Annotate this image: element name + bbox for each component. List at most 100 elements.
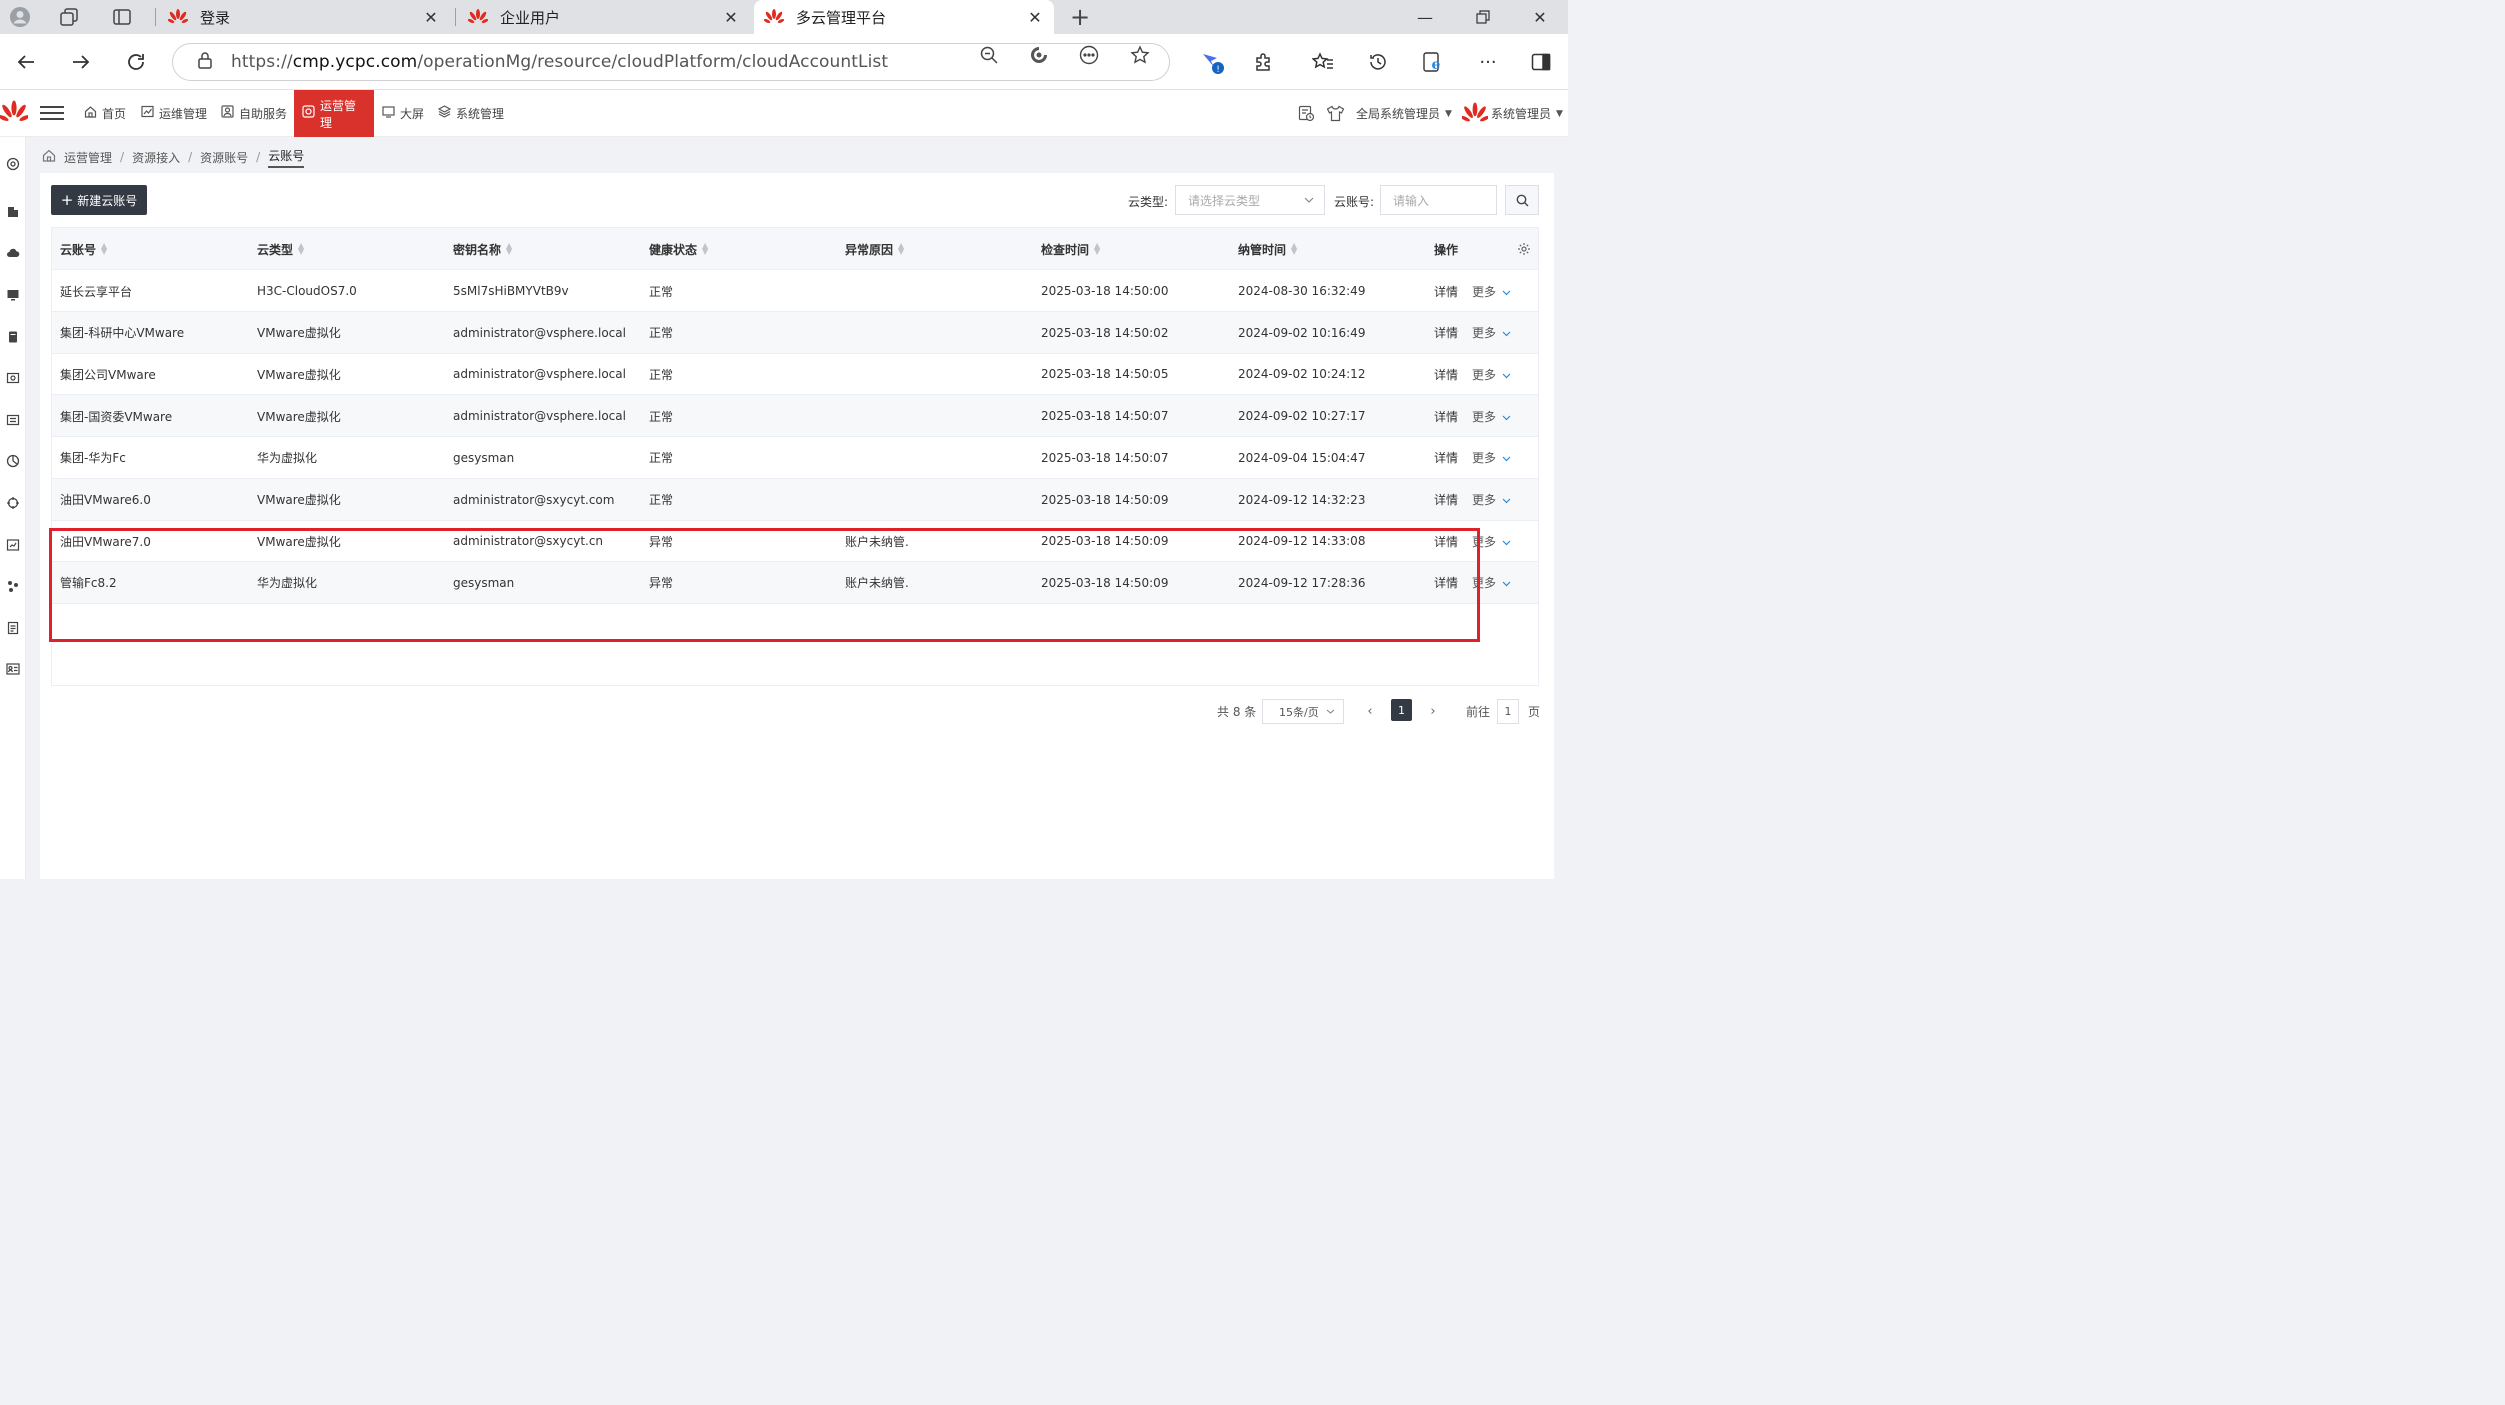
current-page-button[interactable]: 1 xyxy=(1391,699,1412,721)
lock-icon[interactable] xyxy=(185,51,225,73)
more-dropdown[interactable]: 更多 xyxy=(1472,491,1511,508)
workspaces-icon[interactable] xyxy=(55,4,83,30)
nav-self-service[interactable]: 自助服务 xyxy=(213,90,295,137)
refresh-icon[interactable] xyxy=(120,46,152,78)
huawei-logo-icon[interactable] xyxy=(0,100,28,126)
target-icon[interactable] xyxy=(5,495,21,511)
column-settings-gear-icon[interactable] xyxy=(1516,241,1532,257)
column-header[interactable]: 云类型 ▲ ▼ xyxy=(257,228,304,270)
back-icon[interactable] xyxy=(10,46,42,78)
favorite-star-icon[interactable] xyxy=(1128,43,1152,67)
sort-icon[interactable]: ▲ ▼ xyxy=(298,242,304,256)
detail-link[interactable]: 详情 xyxy=(1434,491,1458,508)
document-icon[interactable] xyxy=(5,620,21,636)
task-log-icon[interactable] xyxy=(1298,90,1315,137)
column-header[interactable]: 异常原因 ▲ ▼ xyxy=(845,228,904,270)
monitor-icon[interactable] xyxy=(5,287,21,303)
new-tab-button[interactable]: + xyxy=(1066,3,1094,31)
nav-ops-maintenance[interactable]: 运维管理 xyxy=(133,90,215,137)
column-header[interactable]: 纳管时间 ▲ ▼ xyxy=(1238,228,1297,270)
address-bar[interactable]: https://cmp.ycpc.com/operationMg/resourc… xyxy=(172,43,1170,81)
cloud-icon[interactable] xyxy=(5,245,21,261)
extension-notification-icon[interactable]: ! xyxy=(1198,48,1226,76)
detail-link[interactable]: 详情 xyxy=(1434,283,1458,300)
sort-icon[interactable]: ▲ ▼ xyxy=(1291,242,1297,256)
column-header[interactable]: 检查时间 ▲ ▼ xyxy=(1041,228,1100,270)
page-size-select[interactable]: 15条/页 xyxy=(1262,699,1344,724)
cell-cloud-type: VMware虚拟化 xyxy=(257,326,341,341)
nav-operations-management[interactable]: 运营管理 xyxy=(294,90,374,137)
sort-icon[interactable]: ▲ ▼ xyxy=(506,242,512,256)
favorites-icon[interactable] xyxy=(1309,48,1337,76)
extensions-puzzle-icon[interactable] xyxy=(1249,48,1277,76)
id-card-icon[interactable] xyxy=(5,661,21,677)
nav-system-management[interactable]: 系统管理 xyxy=(430,90,512,137)
settings-more-icon[interactable]: ··· xyxy=(1474,48,1502,76)
prev-page-icon[interactable]: ‹ xyxy=(1362,700,1378,722)
profile-icon[interactable] xyxy=(6,4,34,30)
window-close-icon[interactable]: ✕ xyxy=(1511,0,1569,34)
next-page-icon[interactable]: › xyxy=(1425,700,1441,722)
forward-icon[interactable] xyxy=(65,46,97,78)
tab-enterprise-users[interactable]: 企业用户 ✕ xyxy=(458,0,750,34)
network-nodes-icon[interactable] xyxy=(5,578,21,594)
sort-icon[interactable]: ▲ ▼ xyxy=(898,242,904,256)
sort-icon[interactable]: ▲ ▼ xyxy=(702,242,708,256)
cell-managed-time: 2024-09-12 14:33:08 xyxy=(1238,534,1366,549)
menu-toggle-icon[interactable] xyxy=(40,102,64,124)
sort-icon[interactable]: ▲ ▼ xyxy=(1094,242,1100,256)
tshirt-skin-icon[interactable] xyxy=(1326,90,1345,137)
nav-big-screen[interactable]: 大屏 xyxy=(374,90,432,137)
pie-chart-icon[interactable] xyxy=(5,453,21,469)
breadcrumb-item[interactable]: 资源账号 xyxy=(200,149,248,166)
more-dropdown[interactable]: 更多 xyxy=(1472,574,1511,591)
column-header[interactable]: 云账号 ▲ ▼ xyxy=(60,228,107,270)
close-icon[interactable]: ✕ xyxy=(422,8,440,27)
more-dropdown[interactable]: 更多 xyxy=(1472,324,1511,341)
new-cloud-account-button[interactable]: + 新建云账号 xyxy=(51,185,147,215)
close-icon[interactable]: ✕ xyxy=(1026,8,1044,27)
tab-login[interactable]: 登录 ✕ xyxy=(158,0,450,34)
home-icon[interactable] xyxy=(42,149,56,166)
search-button[interactable] xyxy=(1505,185,1539,215)
detail-link[interactable]: 详情 xyxy=(1434,449,1458,466)
tab-multicloud-platform[interactable]: 多云管理平台 ✕ xyxy=(754,0,1054,34)
ie-mode-icon[interactable]: e xyxy=(1419,48,1447,76)
sidebar-toggle-icon[interactable] xyxy=(1527,48,1555,76)
cloud-account-input[interactable]: 请输入 xyxy=(1380,185,1497,215)
restore-icon[interactable] xyxy=(1454,0,1512,34)
report-icon[interactable] xyxy=(5,537,21,553)
building-icon[interactable] xyxy=(5,203,21,219)
server-icon[interactable] xyxy=(5,329,21,345)
more-dropdown[interactable]: 更多 xyxy=(1472,449,1511,466)
more-dropdown[interactable]: 更多 xyxy=(1472,533,1511,550)
nav-home[interactable]: 首页 xyxy=(76,90,134,137)
close-icon[interactable]: ✕ xyxy=(722,8,740,27)
detail-link[interactable]: 详情 xyxy=(1434,574,1458,591)
detail-link[interactable]: 详情 xyxy=(1434,324,1458,341)
goto-page-input[interactable]: 1 xyxy=(1497,699,1519,724)
role-switcher[interactable]: 全局系统管理员 ▼ xyxy=(1356,90,1452,137)
breadcrumb-item[interactable]: 资源接入 xyxy=(132,149,180,166)
history-icon[interactable] xyxy=(1364,48,1392,76)
cloud-type-select[interactable]: 请选择云类型 xyxy=(1175,185,1325,215)
read-aloud-icon[interactable] xyxy=(1027,43,1051,67)
detail-link[interactable]: 详情 xyxy=(1434,533,1458,550)
breadcrumb-item[interactable]: 运营管理 xyxy=(64,149,112,166)
zoom-icon[interactable] xyxy=(977,43,1001,67)
minimize-icon[interactable]: — xyxy=(1396,0,1454,34)
more-dropdown[interactable]: 更多 xyxy=(1472,283,1511,300)
user-menu[interactable]: 系统管理员 ▼ xyxy=(1462,90,1563,137)
list-box-icon[interactable] xyxy=(5,412,21,428)
more-options-circle-icon[interactable] xyxy=(1077,43,1101,67)
column-header[interactable]: 健康状态 ▲ ▼ xyxy=(649,228,708,270)
tab-actions-icon[interactable] xyxy=(108,4,136,30)
detail-link[interactable]: 详情 xyxy=(1434,408,1458,425)
storage-icon[interactable] xyxy=(5,370,21,386)
column-header[interactable]: 密钥名称 ▲ ▼ xyxy=(453,228,512,270)
cloud-platform-icon[interactable] xyxy=(5,156,21,172)
sort-icon[interactable]: ▲ ▼ xyxy=(101,242,107,256)
more-dropdown[interactable]: 更多 xyxy=(1472,408,1511,425)
more-dropdown[interactable]: 更多 xyxy=(1472,366,1511,383)
detail-link[interactable]: 详情 xyxy=(1434,366,1458,383)
